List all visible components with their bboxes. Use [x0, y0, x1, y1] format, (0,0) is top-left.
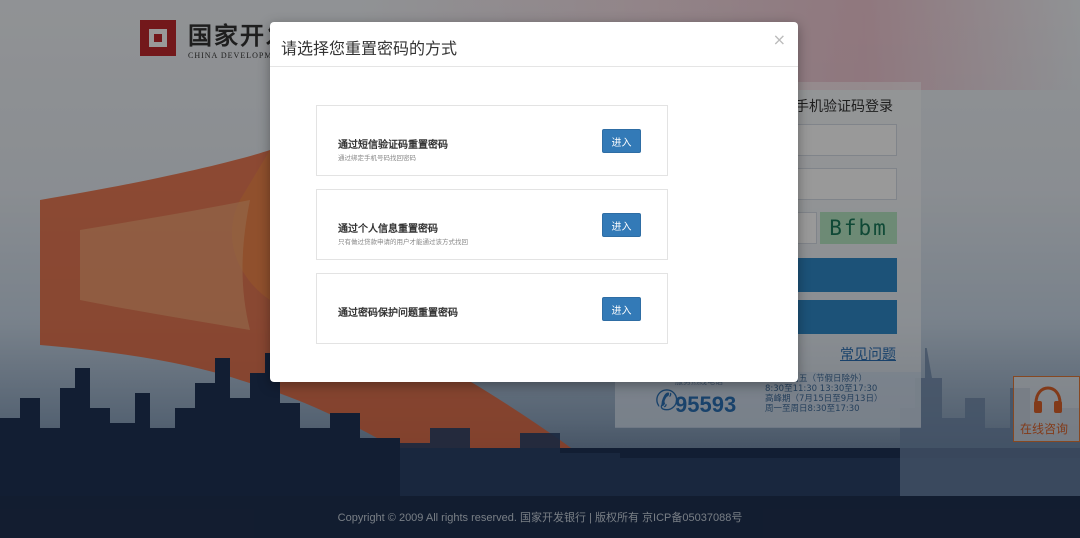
- enter-sms-button[interactable]: 进入: [602, 129, 641, 153]
- option-title: 通过密码保护问题重置密码: [338, 308, 458, 319]
- reset-option-personal-info: 通过个人信息重置密码 只有做过贷款申请的用户才能通过该方式找回 进入: [316, 189, 668, 260]
- enter-security-question-button[interactable]: 进入: [602, 297, 641, 321]
- reset-option-security-question: 通过密码保护问题重置密码 进入: [316, 273, 668, 344]
- option-description: 只有做过贷款申请的用户才能通过该方式找回: [338, 238, 468, 246]
- enter-personal-info-button[interactable]: 进入: [602, 213, 641, 237]
- modal-header: 请选择您重置密码的方式 ×: [270, 22, 798, 67]
- option-title: 通过短信验证码重置密码: [338, 140, 448, 151]
- option-description: 通过绑定手机号码找回密码: [338, 154, 416, 162]
- reset-option-sms: 通过短信验证码重置密码 通过绑定手机号码找回密码 进入: [316, 105, 668, 176]
- close-icon[interactable]: ×: [773, 30, 786, 49]
- option-title: 通过个人信息重置密码: [338, 224, 438, 235]
- modal-title: 请选择您重置密码的方式: [281, 39, 458, 58]
- reset-password-modal: 请选择您重置密码的方式 × 通过短信验证码重置密码 通过绑定手机号码找回密码 进…: [270, 22, 798, 382]
